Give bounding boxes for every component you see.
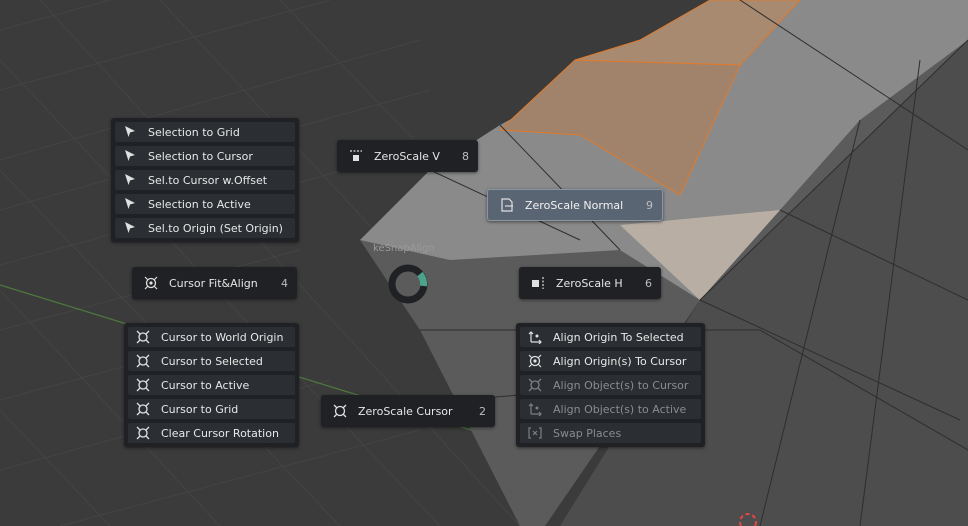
crosshair-icon bbox=[136, 402, 150, 416]
zeroscale-normal-icon bbox=[501, 198, 513, 212]
align-origins-to-cursor-item[interactable]: Align Origin(s) To Cursor bbox=[520, 351, 701, 371]
origin-align-menu: Align Origin To Selected Align Origin(s)… bbox=[516, 323, 705, 447]
zeroscale-h-button[interactable]: ZeroScale H 6 bbox=[519, 267, 661, 299]
zeroscale-h-icon bbox=[532, 277, 544, 289]
cursor-to-active-item[interactable]: Cursor to Active bbox=[128, 375, 295, 395]
pie-menu-title: keSnapAlign bbox=[373, 243, 435, 254]
crosshair-icon bbox=[333, 404, 347, 418]
origin-move-icon bbox=[528, 403, 542, 416]
swap-places-item[interactable]: Swap Places bbox=[520, 423, 701, 443]
cursor-arrow-icon bbox=[125, 174, 135, 185]
crosshair-icon bbox=[136, 426, 150, 440]
origin-move-icon bbox=[528, 331, 542, 344]
clear-cursor-rotation-item[interactable]: Clear Cursor Rotation bbox=[128, 423, 295, 443]
cursor-to-selected-item[interactable]: Cursor to Selected bbox=[128, 351, 295, 371]
cursor-arrow-icon bbox=[125, 198, 135, 209]
crosshair-icon bbox=[528, 378, 542, 392]
selection-snap-menu: Selection to Grid Selection to Cursor Se… bbox=[111, 118, 299, 242]
swap-icon bbox=[528, 427, 542, 439]
sel-to-origin-item[interactable]: Sel.to Origin (Set Origin) bbox=[115, 218, 295, 238]
zeroscale-normal-button[interactable]: ZeroScale Normal 9 bbox=[487, 189, 663, 221]
align-origin-to-selected-item[interactable]: Align Origin To Selected bbox=[520, 327, 701, 347]
3d-viewport[interactable] bbox=[0, 0, 968, 526]
cursor-arrow-icon bbox=[125, 150, 135, 161]
cursor-snap-menu: Cursor to World Origin Cursor to Selecte… bbox=[124, 323, 299, 447]
crosshair-icon bbox=[136, 378, 150, 392]
selection-to-active-item[interactable]: Selection to Active bbox=[115, 194, 295, 214]
cursor-fit-icon bbox=[144, 276, 158, 290]
cursor-to-grid-item[interactable]: Cursor to Grid bbox=[128, 399, 295, 419]
align-objects-to-cursor-item[interactable]: Align Object(s) to Cursor bbox=[520, 375, 701, 395]
crosshair-icon bbox=[136, 354, 150, 368]
align-objects-to-active-item[interactable]: Align Object(s) to Active bbox=[520, 399, 701, 419]
selection-to-grid-item[interactable]: Selection to Grid bbox=[115, 122, 295, 142]
cursor-arrow-icon bbox=[125, 222, 135, 233]
cursor-arrow-icon bbox=[125, 126, 135, 137]
crosshair-icon bbox=[136, 330, 150, 344]
sel-to-cursor-offset-item[interactable]: Sel.to Cursor w.Offset bbox=[115, 170, 295, 190]
cursor-to-world-origin-item[interactable]: Cursor to World Origin bbox=[128, 327, 295, 347]
zeroscale-cursor-button[interactable]: ZeroScale Cursor 2 bbox=[321, 395, 495, 427]
pie-direction-ring bbox=[388, 264, 428, 304]
zeroscale-v-button[interactable]: ZeroScale V 8 bbox=[337, 140, 478, 172]
cursor-fit-align-button[interactable]: Cursor Fit&Align 4 bbox=[132, 267, 297, 299]
zeroscale-v-icon bbox=[350, 150, 362, 161]
origin-target-icon bbox=[528, 354, 542, 368]
selection-to-cursor-item[interactable]: Selection to Cursor bbox=[115, 146, 295, 166]
